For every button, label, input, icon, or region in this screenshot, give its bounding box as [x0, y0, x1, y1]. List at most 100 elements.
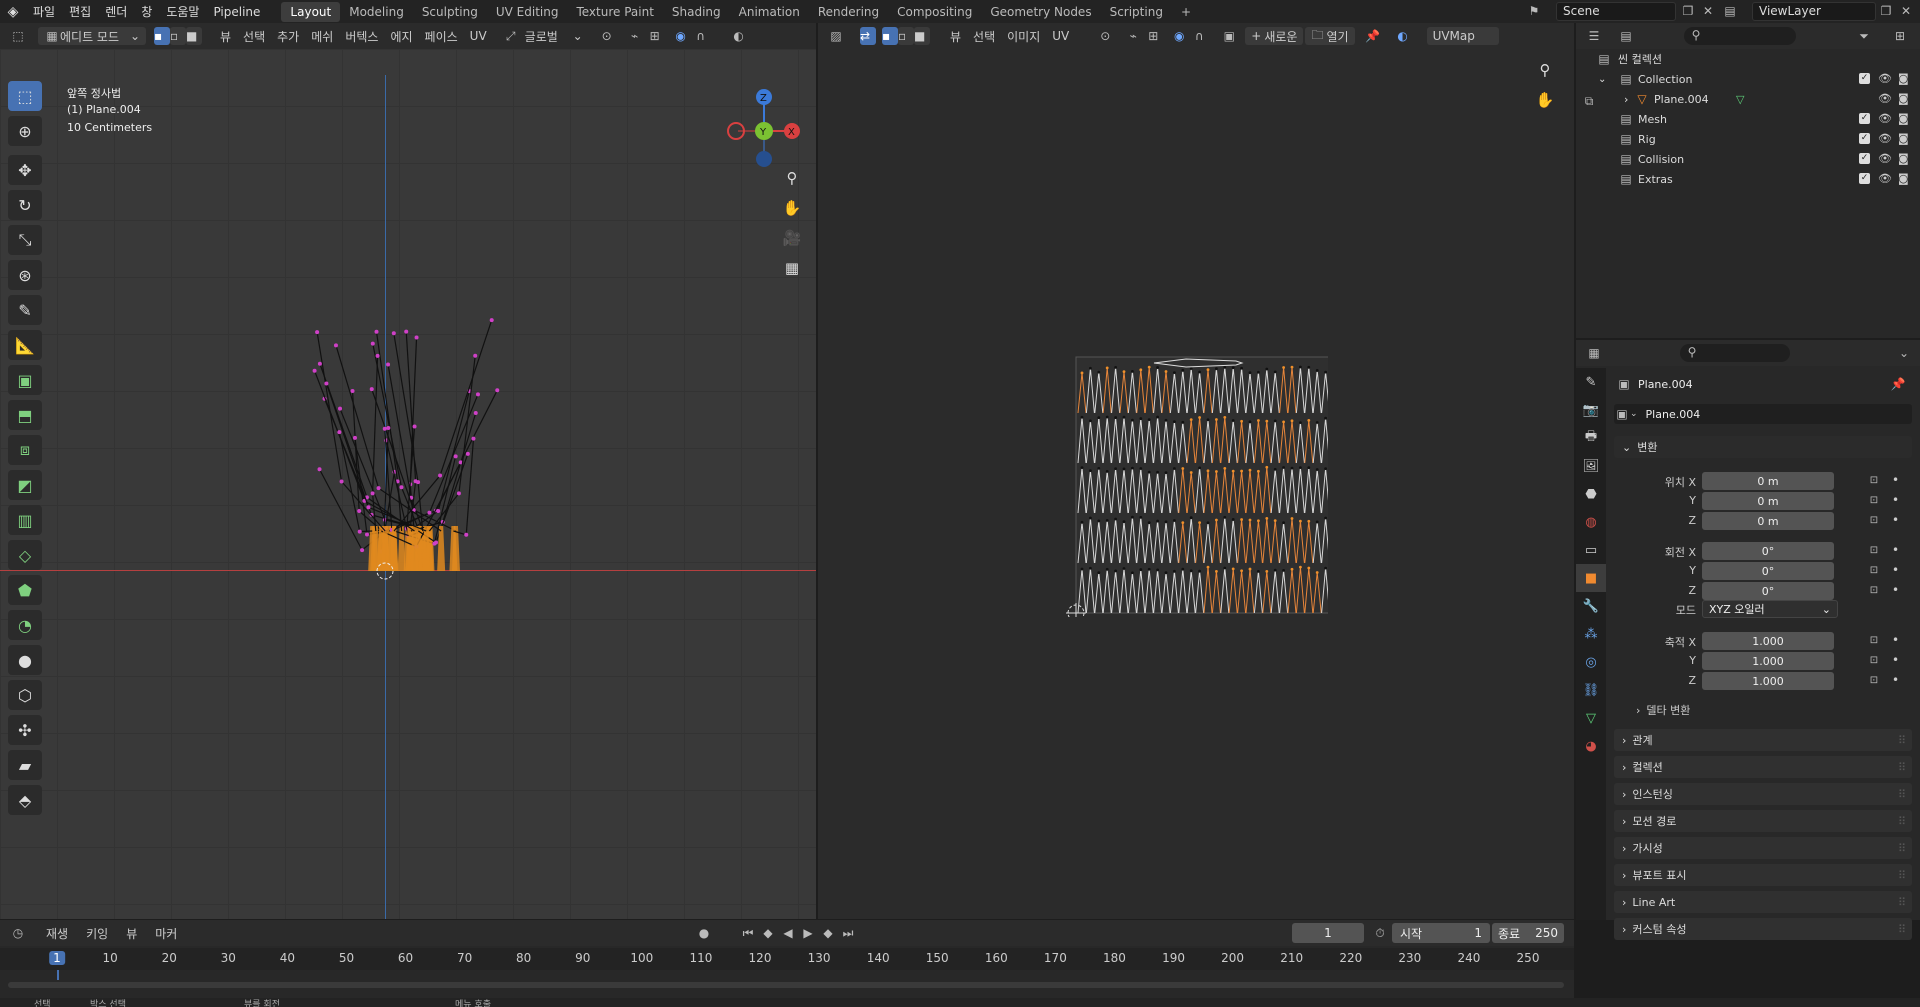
keyframe-dot-icon[interactable]: • [1892, 543, 1899, 557]
eye-icon[interactable]: 👁 [1878, 112, 1892, 125]
transform-tool-icon[interactable]: ⊛ [8, 260, 42, 290]
lock-icon[interactable]: ⊡ [1866, 583, 1882, 599]
workspace-tab-3[interactable]: UV Editing [487, 2, 568, 22]
chevron-right-icon[interactable]: › [1624, 93, 1628, 106]
lock-icon[interactable]: ⊡ [1866, 653, 1882, 669]
transform-panel-header[interactable]: ⌄ 변환 [1614, 436, 1912, 458]
edge-slide-tool-icon[interactable]: ⬡ [8, 680, 42, 710]
world-tab-icon[interactable]: ◍ [1576, 508, 1606, 536]
value-field[interactable]: 0° [1702, 562, 1834, 580]
render-camera-icon[interactable]: ◙ [1898, 152, 1909, 165]
orientation-selector[interactable]: 글로벌 ⌄ [519, 27, 589, 45]
select-box-tool-icon[interactable]: ⬚ [8, 81, 42, 111]
navigation-gizmo[interactable]: Z X Y [720, 79, 810, 179]
eye-icon[interactable]: 👁 [1878, 92, 1892, 105]
uv-snap-icon[interactable]: ⌁ [1125, 28, 1141, 44]
properties-panel[interactable]: › Line Art ⠿ [1614, 891, 1912, 913]
viewlayer-icon[interactable]: ▤ [1722, 3, 1738, 19]
edge-select-button[interactable]: ▫ [170, 27, 186, 45]
image-browse-icon[interactable]: ▣ [1221, 28, 1237, 44]
pin-icon[interactable]: 📌 [1890, 376, 1906, 392]
render-camera-icon[interactable]: ◙ [1898, 172, 1909, 185]
value-field[interactable]: 0 m [1702, 512, 1834, 530]
delta-transform-toggle[interactable]: › 델타 변환 [1636, 702, 1690, 718]
workspace-tab-4[interactable]: Texture Paint [567, 2, 662, 22]
rip-tool-icon[interactable]: ⬘ [8, 785, 42, 815]
datablock-field[interactable]: ▣ ⌄ Plane.004 [1614, 404, 1912, 424]
play-icon[interactable]: ▶ [800, 925, 816, 941]
uv-menu-0[interactable]: 뷰 [944, 27, 967, 45]
scene-tab-icon[interactable]: ⬣ [1576, 480, 1606, 508]
keyframe-dot-icon[interactable]: • [1892, 633, 1899, 647]
render-camera-icon[interactable]: ◙ [1898, 72, 1909, 85]
uvmap-selector[interactable]: UVMap [1426, 27, 1499, 45]
falloff-icon[interactable]: ∩ [693, 28, 709, 44]
properties-panel[interactable]: › 인스턴싱 ⠿ [1614, 783, 1912, 805]
drag-handle-icon[interactable]: ⠿ [1898, 923, 1906, 936]
current-frame-field[interactable]: 1 [1292, 923, 1364, 943]
viewport-menu-6[interactable]: 페이스 [419, 27, 464, 45]
keyframe-dot-icon[interactable]: • [1892, 563, 1899, 577]
zoom-icon[interactable]: ⚲ [779, 165, 805, 191]
camera-view-icon[interactable]: 🎥 [779, 225, 805, 251]
properties-panel[interactable]: › 모션 경로 ⠿ [1614, 810, 1912, 832]
scene-selector[interactable]: Scene [1556, 2, 1676, 21]
viewport-menu-7[interactable]: UV [464, 27, 493, 45]
pivot-icon[interactable]: ⊙ [599, 28, 615, 44]
uv-menu-1[interactable]: 선택 [967, 27, 1001, 45]
properties-panel[interactable]: › 커스텀 속성 ⠿ [1614, 918, 1912, 940]
menu-0[interactable]: 파일 [26, 5, 62, 19]
lock-icon[interactable]: ⊡ [1866, 673, 1882, 689]
drag-handle-icon[interactable]: ⠿ [1898, 869, 1906, 882]
render-camera-icon[interactable]: ◙ [1898, 112, 1909, 125]
value-field[interactable]: 0 m [1702, 492, 1834, 510]
outliner-item[interactable]: ▤ Collision ✓ 👁 ◙ [1576, 149, 1920, 169]
uv-overlay-icon[interactable]: ◐ [1395, 28, 1411, 44]
workspace-tab-0[interactable]: Layout [281, 1, 341, 22]
rotation-mode-selector[interactable]: XYZ 오일러 ⌄ [1702, 600, 1838, 618]
keyframe-dot-icon[interactable]: • [1892, 513, 1899, 527]
render-camera-icon[interactable]: ◙ [1898, 132, 1909, 145]
viewport-menu-1[interactable]: 선택 [237, 27, 271, 45]
viewport-menu-5[interactable]: 에지 [384, 27, 418, 45]
drag-handle-icon[interactable]: ⠿ [1898, 815, 1906, 828]
workspace-tab-6[interactable]: Animation [730, 2, 809, 22]
properties-type-icon[interactable]: ▦ [1586, 345, 1602, 361]
menu-3[interactable]: 창 [134, 5, 159, 19]
workspace-tab-5[interactable]: Shading [663, 2, 730, 22]
scene-icon[interactable]: ⚑ [1526, 3, 1542, 19]
timeline-menu-1[interactable]: 키잉 [80, 924, 114, 942]
poly-build-tool-icon[interactable]: ⬟ [8, 575, 42, 605]
record-icon[interactable]: ● [696, 925, 712, 941]
snap-icon[interactable]: ⌁ [627, 28, 643, 44]
workspace-tab-9[interactable]: Geometry Nodes [981, 2, 1100, 22]
shear-tool-icon[interactable]: ▰ [8, 750, 42, 780]
outliner-item[interactable]: ▤ Rig ✓ 👁 ◙ [1576, 129, 1920, 149]
measure-tool-icon[interactable]: 📐 [8, 330, 42, 360]
eye-icon[interactable]: 👁 [1878, 132, 1892, 145]
timeline-menu-0[interactable]: 재생 [40, 924, 74, 942]
lock-icon[interactable]: ⊡ [1866, 633, 1882, 649]
object-tab-icon[interactable]: ■ [1576, 564, 1606, 592]
particles-tab-icon[interactable]: ⁂ [1576, 620, 1606, 648]
chevron-down-icon[interactable]: ⌄ [1896, 345, 1912, 361]
lock-icon[interactable]: ⊡ [1866, 473, 1882, 489]
eye-icon[interactable]: 👁 [1878, 72, 1892, 85]
constraints-tab-icon[interactable]: ⛓ [1576, 676, 1606, 704]
grass-mesh[interactable] [300, 309, 520, 589]
workspace-tab-2[interactable]: Sculpting [413, 2, 487, 22]
outliner-type-icon[interactable]: ☰ [1586, 28, 1602, 44]
smooth-tool-icon[interactable]: ● [8, 645, 42, 675]
loop-cut-tool-icon[interactable]: ▥ [8, 505, 42, 535]
uv-layout[interactable] [1066, 355, 1328, 617]
menu-1[interactable]: 편집 [62, 5, 98, 19]
exclude-checkbox[interactable]: ✓ [1859, 73, 1870, 84]
perspective-toggle-icon[interactable]: ▦ [779, 255, 805, 281]
uv-editor[interactable]: ⚲ ✋ [818, 49, 1574, 919]
drag-handle-icon[interactable]: ⠿ [1898, 734, 1906, 747]
menu-2[interactable]: 렌더 [98, 5, 134, 19]
properties-panel[interactable]: › 가시성 ⠿ [1614, 837, 1912, 859]
open-image-button[interactable]: 🗀 열기 [1305, 27, 1355, 45]
link-icon[interactable]: ⧉ [1581, 93, 1597, 109]
orientation-icon[interactable]: ⤢ [503, 28, 519, 44]
